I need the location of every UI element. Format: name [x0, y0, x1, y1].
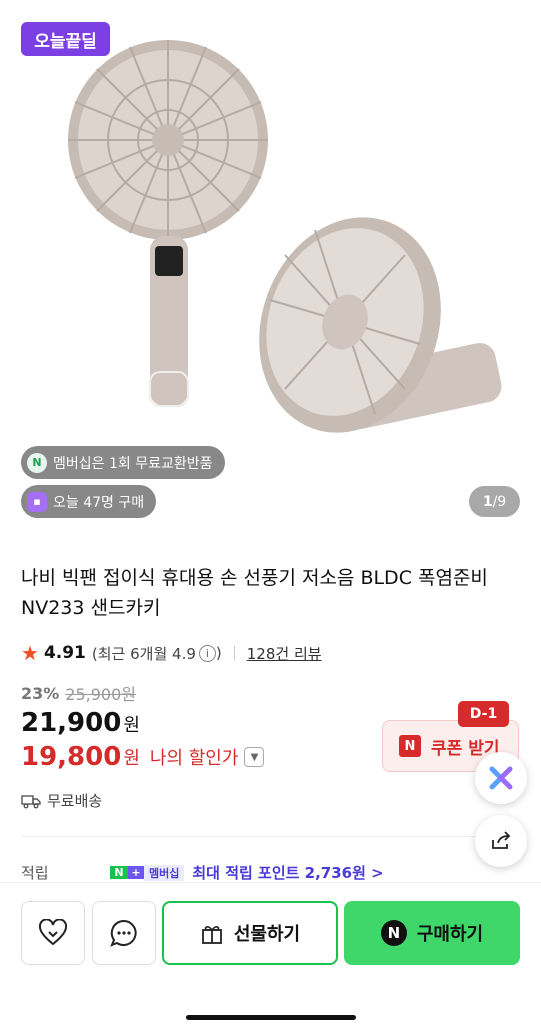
review-link[interactable]: 128건 리뷰 [247, 643, 322, 664]
gift-icon [201, 926, 222, 944]
rating-recent: (최근 6개월 4.9 [91, 644, 196, 663]
star-icon: ★ [21, 641, 39, 665]
truck-icon [21, 794, 41, 808]
shipping-text: 무료배송 [47, 792, 103, 810]
sale-price: 21,900 원 [21, 708, 140, 738]
chat-button[interactable] [92, 901, 156, 965]
heart-icon [38, 919, 68, 946]
divider [233, 645, 235, 661]
membership-badge-text: 멤버십 [144, 864, 185, 881]
membership-badge: N + 멤버십 [110, 863, 185, 883]
shopping-bag-icon: ▪ [27, 491, 47, 512]
max-points-text: 최대 적립 포인트 2,736원 > [192, 864, 384, 882]
points-row[interactable]: 적립 N + 멤버십 최대 적립 포인트 2,736원 > [21, 862, 521, 883]
rating-score: 4.91 [43, 643, 86, 663]
gift-label: 선물하기 [233, 924, 301, 945]
pager-current: 1 [482, 493, 493, 510]
naver-n-icon: N [380, 920, 407, 946]
today-deal-badge: 오늘끝딜 [21, 22, 110, 56]
home-indicator [186, 1015, 356, 1020]
share-icon [492, 831, 511, 849]
sale-price-unit: 원 [123, 715, 140, 736]
my-price-unit: 원 [123, 748, 140, 769]
original-price: 25,900원 [65, 685, 137, 704]
buy-label: 구매하기 [416, 924, 484, 945]
product-image-carousel[interactable]: 오늘끝딜 N 멤버십은 1회 무료교환반품 ▪ 오늘 47명 구매 1 /9 [0, 0, 541, 535]
my-price-label: 나의 할인가 [149, 748, 239, 769]
buy-button[interactable]: N 구매하기 [344, 901, 520, 965]
points-label: 적립 [21, 864, 49, 882]
membership-return-text: 멤버십은 1회 무료교환반품 [53, 455, 213, 472]
image-pager: 1 /9 [469, 486, 520, 517]
naver-n-icon: N [110, 866, 128, 879]
divider [21, 836, 520, 837]
share-button[interactable] [475, 815, 527, 867]
product-title: 나비 빅팬 접이식 휴대용 손 선풍기 저소음 BLDC 폭염준비 NV233 … [21, 567, 488, 619]
naver-n-icon: N [399, 735, 421, 757]
plus-icon: + [128, 866, 144, 879]
shipping-info: 무료배송 [21, 790, 102, 811]
my-discount-price: 19,800 원 나의 할인가 ▼ [21, 742, 265, 772]
rating-recent-close: ) [215, 644, 222, 662]
chevron-down-icon[interactable]: ▼ [244, 747, 265, 767]
info-icon[interactable]: i [198, 644, 216, 662]
wishlist-button[interactable] [21, 901, 85, 965]
membership-return-chip[interactable]: N 멤버십은 1회 무료교환반품 [21, 446, 225, 479]
sale-price-value: 21,900 [21, 708, 122, 738]
gift-button[interactable]: 선물하기 [162, 901, 338, 965]
ai-assistant-button[interactable] [475, 752, 527, 804]
pager-total: /9 [492, 493, 507, 510]
sparkle-x-icon [489, 766, 513, 790]
my-price-value: 19,800 [21, 742, 122, 772]
dday-badge: D-1 [458, 701, 509, 727]
bottom-action-bar: 선물하기 N 구매하기 [0, 882, 541, 1024]
today-purchase-text: 오늘 47명 구매 [53, 494, 145, 511]
today-purchase-chip: ▪ 오늘 47명 구매 [21, 485, 157, 518]
discount-percent: 23% [21, 683, 60, 703]
discount-row: 23% 25,900원 [21, 681, 136, 705]
naver-membership-icon: N [27, 452, 47, 473]
rating-row: ★ 4.91 (최근 6개월 4.9 i ) 128건 리뷰 [21, 640, 322, 666]
chat-bubble-icon [110, 919, 137, 947]
